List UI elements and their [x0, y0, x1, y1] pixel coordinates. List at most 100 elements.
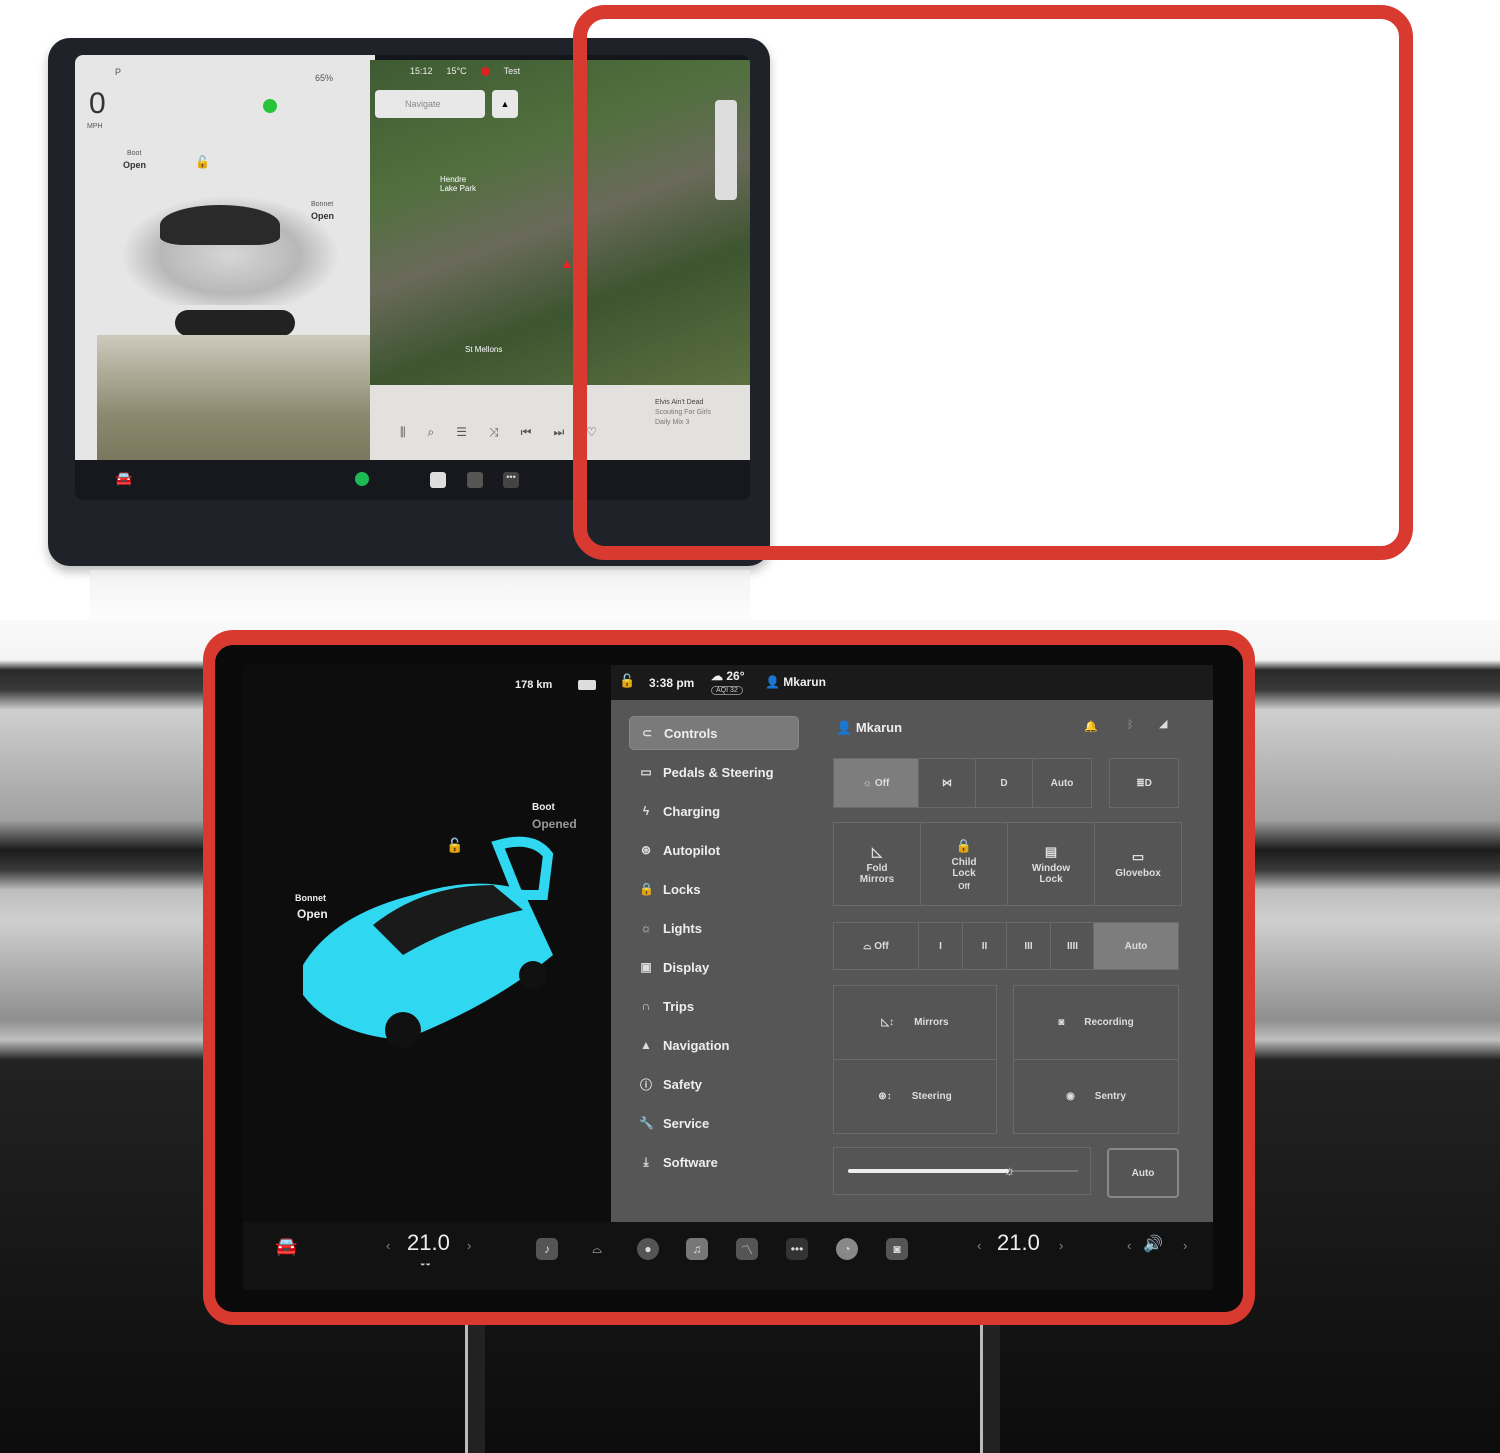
wipers-auto-button[interactable]: Auto [1093, 922, 1179, 970]
camera-app-icon[interactable] [467, 472, 483, 488]
passenger-temp[interactable]: 21.0 [997, 1230, 1040, 1256]
quick-control-window-lock[interactable]: ▤ Window Lock [1007, 822, 1095, 906]
steering-adjust-button[interactable]: ⊛↕ Steering [833, 1059, 997, 1134]
lights-off-button[interactable]: ☼ Off [833, 758, 919, 808]
status-dot-icon [263, 99, 277, 113]
sidebar-item-safety[interactable]: ⓘ Safety [629, 1067, 799, 1101]
equalizer-icon[interactable]: ⫼ [400, 425, 406, 440]
wiper-speed-4[interactable]: IIII [1050, 922, 1095, 970]
status-bar: 🔓 3:38 pm ☁ 26° AQI 32 👤 Mkarun [611, 665, 1213, 700]
spotify-icon[interactable] [355, 472, 369, 486]
media-app-icon[interactable]: ♫ [686, 1238, 708, 1260]
quick-control-child-lock[interactable]: 🔒 Child Lock Off [920, 822, 1008, 906]
car-icon[interactable]: 🚘 [275, 1236, 297, 1257]
shuffle-icon[interactable]: ⤨ [489, 425, 499, 440]
compass-icon[interactable]: ▲ [492, 90, 518, 118]
boot-state[interactable]: Opened [532, 817, 577, 831]
sidebar-item-locks[interactable]: 🔒 Locks [629, 872, 799, 906]
sidebar-item-charging[interactable]: ϟ Charging [629, 794, 799, 828]
brightness-sun-icon[interactable]: ☼ [1003, 1162, 1016, 1178]
parking-lights-button[interactable]: ⋈ [918, 758, 976, 808]
sidebar-item-label: Charging [663, 803, 721, 819]
controls-panel: 🔓 3:38 pm ☁ 26° AQI 32 👤 Mkarun ⊂ Control… [611, 665, 1213, 1222]
brightness-auto-button[interactable]: Auto [1107, 1148, 1179, 1198]
sidebar-item-service[interactable]: 🔧 Service [629, 1106, 799, 1140]
top-car-panel: P 65% 0 MPH Boot Open 🔓 Bonnet Open [75, 55, 375, 495]
wiper-speed-1[interactable]: I [918, 922, 963, 970]
sidebar-item-label: Controls [664, 725, 718, 741]
next-icon[interactable]: ⏭ [553, 425, 564, 440]
car-model [120, 195, 340, 305]
sidebar-item-software[interactable]: ⤓ Software [629, 1145, 799, 1179]
bottom-bar: 🚘 ‹ 21.0 ◒◒ › ♪ ⌓ ● ♫ 〽 ••• ◔ ◙ ‹ 21.0 ›… [243, 1222, 1213, 1290]
bluetooth-icon[interactable]: ᛒ [1127, 719, 1134, 731]
high-beam-button[interactable]: ≣D [1109, 758, 1179, 808]
volume-icon[interactable]: 🔊 [1143, 1234, 1163, 1254]
download-icon: ⤓ [643, 1154, 649, 1169]
boot-state[interactable]: Open [123, 160, 146, 170]
quick-control-glovebox[interactable]: ▭ Glovebox [1094, 822, 1182, 906]
quick-control-sub: Off [958, 881, 970, 891]
driver-temp-up[interactable]: › [467, 1238, 471, 1253]
menu-icon[interactable]: ☰ [456, 425, 467, 440]
car-icon: ▭ [640, 765, 652, 779]
more-apps-icon[interactable]: ••• [503, 472, 519, 488]
lock-icon: 🔒 [639, 882, 654, 896]
lights-auto-button[interactable]: Auto [1032, 758, 1092, 808]
dashcam-app-icon[interactable]: ◙ [886, 1238, 908, 1260]
car-icon[interactable]: 🚘 [115, 470, 132, 487]
low-beam-icon: D [1000, 777, 1008, 789]
sidebar-item-controls[interactable]: ⊂ Controls [629, 716, 799, 750]
search-icon[interactable]: ⌕ [428, 425, 435, 440]
more-apps-icon[interactable]: ••• [786, 1238, 808, 1260]
profile-name: Mkarun [855, 720, 903, 735]
sidebar-item-label: Trips [663, 998, 695, 1014]
profile[interactable]: 👤 Mkarun [836, 720, 902, 736]
passenger-temp-down[interactable]: ‹ [977, 1238, 981, 1253]
previous-icon[interactable]: ⏮ [521, 425, 532, 440]
sentry-button[interactable]: ◉ Sentry [1013, 1059, 1179, 1134]
tesla-display: 178 km Boot Opened 🔓 Bonnet Open 🔓 3:38 … [243, 665, 1213, 1290]
low-beam-button[interactable]: D [975, 758, 1033, 808]
toybox-app-icon[interactable]: ◔ [836, 1238, 858, 1260]
mirror-adjust-icon: ◺↕ [881, 1017, 895, 1028]
unlock-icon[interactable]: 🔓 [195, 155, 210, 169]
bell-icon[interactable]: 🔔 [1084, 720, 1098, 733]
sidebar-item-lights[interactable]: ☼ Lights [629, 911, 799, 945]
sidebar-item-navigation[interactable]: ▲ Navigation [629, 1028, 799, 1062]
weather: ☁ 26° [711, 669, 745, 683]
volume-up[interactable]: › [1183, 1238, 1187, 1253]
passenger-temp-up[interactable]: › [1059, 1238, 1063, 1253]
wipers-off-button[interactable]: ⌓ Off [833, 922, 919, 970]
wiper-speed-3[interactable]: III [1006, 922, 1051, 970]
brightness-slider[interactable]: ☼ [833, 1147, 1091, 1195]
wiper-speed-2[interactable]: II [962, 922, 1007, 970]
navigate-input[interactable]: Navigate [375, 90, 485, 118]
sidebar-item-autopilot[interactable]: ⊛ Autopilot [629, 833, 799, 867]
aqi-badge: AQI 32 [711, 686, 743, 695]
volume-down[interactable]: ‹ [1127, 1238, 1131, 1253]
wiper-app-icon[interactable]: ⌓ [586, 1238, 608, 1260]
seat-heater-icon[interactable]: ◒◒ [420, 1258, 431, 1268]
bonnet-state[interactable]: Open [311, 211, 334, 221]
music-app-icon[interactable]: ♪ [536, 1238, 558, 1260]
dashcam-icon: ◙ [1058, 1017, 1065, 1028]
lock-status-icon[interactable]: 🔓 [619, 673, 635, 689]
camera-pill[interactable] [175, 310, 295, 336]
energy-app-icon[interactable]: 〽 [736, 1238, 758, 1260]
sidebar-item-trips[interactable]: ∩ Trips [629, 989, 799, 1023]
sidebar-item-label: Autopilot [663, 842, 721, 858]
driver-temp-down[interactable]: ‹ [386, 1238, 390, 1253]
quick-control-fold-mirrors[interactable]: ◺ Fold Mirrors [833, 822, 921, 906]
app-icon[interactable] [430, 472, 446, 488]
mirrors-adjust-button[interactable]: ◺↕ Mirrors [833, 985, 997, 1060]
driver-temp[interactable]: 21.0 [407, 1230, 450, 1256]
sidebar-item-display[interactable]: ▣ Display [629, 950, 799, 984]
toggle-icon: ⊂ [641, 726, 653, 740]
sidebar-item-pedals-steering[interactable]: ▭ Pedals & Steering [629, 755, 799, 789]
recording-button[interactable]: ◙ Recording [1013, 985, 1179, 1060]
status-user[interactable]: 👤 Mkarun [765, 675, 826, 689]
steering-adjust-icon: ⊛↕ [878, 1091, 892, 1102]
camera-app-icon[interactable]: ● [637, 1238, 659, 1260]
top-time: 15:12 [410, 66, 433, 76]
